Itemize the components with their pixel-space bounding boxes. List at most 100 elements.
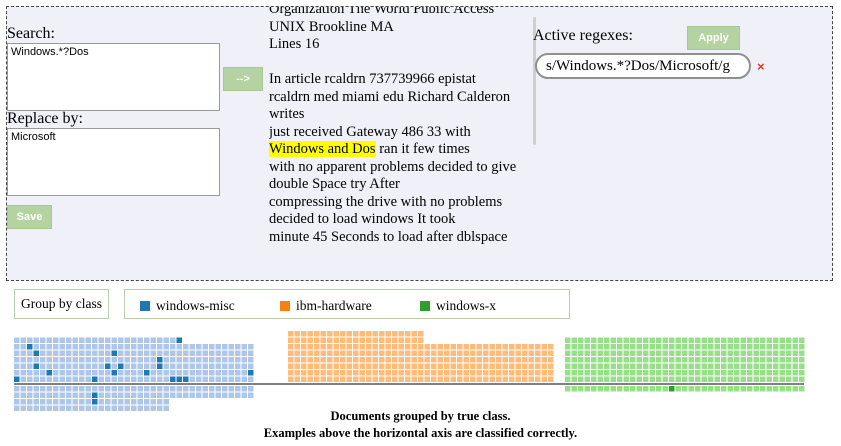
- document-cell[interactable]: [333, 376, 340, 383]
- document-cell[interactable]: [437, 370, 444, 376]
- document-cell[interactable]: [163, 392, 170, 399]
- document-cell[interactable]: [708, 344, 714, 350]
- document-cell[interactable]: [444, 363, 450, 370]
- document-cell[interactable]: [610, 363, 617, 370]
- document-cell[interactable]: [46, 344, 53, 350]
- document-cell[interactable]: [301, 337, 307, 344]
- document-cell[interactable]: [535, 370, 541, 376]
- document-cell[interactable]: [40, 350, 46, 357]
- document-cell[interactable]: [189, 350, 196, 357]
- document-cell[interactable]: [584, 337, 591, 344]
- document-cell[interactable]: [385, 344, 392, 350]
- document-cell[interactable]: [353, 370, 359, 376]
- document-cell[interactable]: [79, 337, 85, 344]
- document-cell[interactable]: [636, 376, 643, 383]
- document-cell[interactable]: [248, 363, 254, 370]
- document-cell[interactable]: [131, 357, 137, 363]
- document-cell[interactable]: [476, 350, 483, 357]
- document-cell[interactable]: [604, 350, 610, 357]
- document-cell[interactable]: [584, 363, 591, 370]
- document-cell[interactable]: [150, 363, 157, 370]
- document-cell[interactable]: [669, 350, 675, 357]
- document-cell[interactable]: [320, 337, 327, 344]
- document-cell[interactable]: [170, 337, 176, 344]
- document-cell[interactable]: [571, 350, 578, 357]
- document-cell[interactable]: [522, 363, 528, 370]
- document-cell[interactable]: [630, 357, 636, 363]
- document-cell[interactable]: [170, 344, 176, 350]
- document-cell[interactable]: [548, 363, 554, 370]
- document-cell[interactable]: [385, 363, 392, 370]
- document-cell[interactable]: [366, 331, 372, 337]
- document-cell[interactable]: [747, 337, 753, 344]
- document-cell[interactable]: [124, 392, 131, 399]
- document-cell[interactable]: [541, 350, 548, 357]
- document-cell[interactable]: [46, 399, 53, 405]
- document-cell[interactable]: [405, 357, 411, 363]
- document-cell[interactable]: [53, 392, 59, 399]
- document-cell[interactable]: [444, 344, 450, 350]
- document-cell[interactable]: [786, 376, 792, 383]
- document-cell[interactable]: [565, 344, 571, 350]
- document-cell[interactable]: [118, 376, 124, 383]
- document-cell[interactable]: [630, 350, 636, 357]
- document-cell[interactable]: [320, 376, 327, 383]
- document-cell[interactable]: [630, 344, 636, 350]
- document-cell[interactable]: [701, 357, 708, 363]
- document-cell[interactable]: [33, 337, 40, 344]
- document-cell[interactable]: [359, 350, 366, 357]
- document-cell[interactable]: [682, 376, 688, 383]
- document-cell[interactable]: [662, 344, 669, 350]
- document-cell[interactable]: [753, 357, 760, 363]
- document-cell[interactable]: [353, 344, 359, 350]
- document-cell[interactable]: [307, 357, 314, 363]
- document-cell[interactable]: [359, 370, 366, 376]
- document-cell[interactable]: [649, 350, 656, 357]
- document-cell[interactable]: [105, 386, 111, 392]
- document-cell[interactable]: [118, 344, 124, 350]
- document-cell[interactable]: [72, 344, 79, 350]
- document-cell[interactable]: [444, 357, 450, 363]
- document-cell[interactable]: [688, 350, 695, 357]
- document-cell[interactable]: [617, 344, 623, 350]
- document-cell[interactable]: [688, 376, 695, 383]
- document-cell[interactable]: [636, 350, 643, 357]
- document-cell[interactable]: [799, 337, 805, 344]
- document-cell[interactable]: [157, 344, 163, 350]
- document-cell[interactable]: [111, 337, 118, 344]
- document-cell[interactable]: [740, 357, 747, 363]
- document-cell[interactable]: [79, 392, 85, 399]
- document-cell[interactable]: [131, 376, 137, 383]
- document-cell[interactable]: [372, 370, 379, 376]
- document-cell[interactable]: [405, 376, 411, 383]
- document-cell[interactable]: [157, 363, 163, 370]
- document-cell[interactable]: [346, 337, 353, 344]
- document-cell[interactable]: [424, 370, 431, 376]
- document-cell[interactable]: [604, 370, 610, 376]
- document-cell[interactable]: [747, 344, 753, 350]
- document-cell[interactable]: [157, 370, 163, 376]
- document-cell[interactable]: [307, 337, 314, 344]
- document-cell[interactable]: [340, 376, 346, 383]
- document-cell[interactable]: [753, 363, 760, 370]
- document-cell[interactable]: [779, 370, 786, 376]
- document-cell[interactable]: [346, 357, 353, 363]
- document-cell[interactable]: [392, 357, 398, 363]
- document-cell[interactable]: [528, 357, 535, 363]
- document-cell[interactable]: [571, 376, 578, 383]
- document-cell[interactable]: [353, 357, 359, 363]
- document-cell[interactable]: [79, 344, 85, 350]
- document-cell[interactable]: [385, 337, 392, 344]
- document-cell[interactable]: [118, 386, 124, 392]
- document-cell[interactable]: [340, 363, 346, 370]
- document-cell[interactable]: [327, 337, 333, 344]
- document-cell[interactable]: [701, 370, 708, 376]
- document-cell[interactable]: [695, 337, 701, 344]
- document-cell[interactable]: [92, 399, 98, 405]
- document-cell[interactable]: [222, 386, 228, 392]
- document-cell[interactable]: [450, 370, 457, 376]
- document-cell[interactable]: [92, 370, 98, 376]
- document-cell[interactable]: [183, 363, 189, 370]
- document-cell[interactable]: [353, 337, 359, 344]
- document-cell[interactable]: [33, 392, 40, 399]
